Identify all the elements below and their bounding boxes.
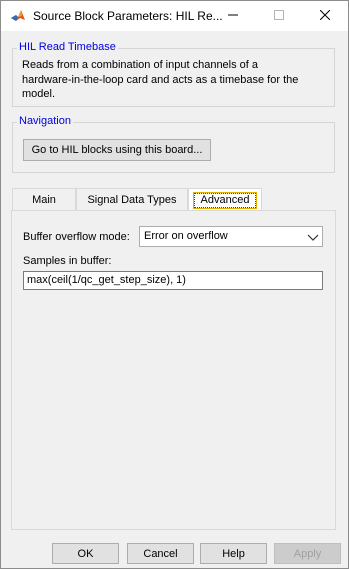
block-description: Reads from a combination of input channe… bbox=[22, 58, 322, 102]
samples-in-buffer-label: Samples in buffer: bbox=[23, 255, 112, 267]
cancel-button[interactable]: Cancel bbox=[127, 543, 194, 564]
minimize-icon bbox=[228, 9, 238, 23]
description-line: model. bbox=[22, 88, 56, 100]
description-line: hardware-in-the-loop card and acts as a … bbox=[22, 73, 299, 86]
window-title: Source Block Parameters: HIL Re... bbox=[33, 9, 223, 23]
minimize-button[interactable] bbox=[210, 1, 256, 31]
tab-label: Main bbox=[32, 193, 56, 206]
apply-button[interactable]: Apply bbox=[274, 543, 341, 564]
description-group-legend: HIL Read Timebase bbox=[17, 41, 118, 53]
buffer-overflow-value: Error on overflow bbox=[144, 230, 228, 242]
tab-label: Advanced bbox=[193, 192, 257, 208]
description-group: HIL Read Timebase Reads from a combinati… bbox=[12, 41, 335, 107]
buffer-overflow-label: Buffer overflow mode: bbox=[23, 231, 130, 243]
dialog-window: Source Block Parameters: HIL Re... HIL R… bbox=[0, 0, 349, 569]
samples-in-buffer-input[interactable]: max(ceil(1/qc_get_step_size), 1) bbox=[23, 271, 323, 290]
matlab-icon bbox=[10, 8, 26, 24]
close-icon bbox=[319, 9, 331, 23]
close-button[interactable] bbox=[302, 1, 348, 31]
tab-main[interactable]: Main bbox=[12, 188, 76, 210]
tab-advanced[interactable]: Advanced bbox=[188, 188, 262, 211]
maximize-icon bbox=[274, 9, 284, 23]
help-button[interactable]: Help bbox=[200, 543, 267, 564]
maximize-button[interactable] bbox=[256, 1, 302, 31]
go-to-hil-blocks-button[interactable]: Go to HIL blocks using this board... bbox=[23, 139, 211, 161]
title-bar[interactable]: Source Block Parameters: HIL Re... bbox=[1, 1, 348, 31]
description-line: Reads from a combination of input channe… bbox=[22, 59, 259, 71]
buffer-overflow-select[interactable]: Error on overflow bbox=[139, 226, 323, 247]
tab-label: Signal Data Types bbox=[87, 193, 177, 206]
chevron-down-icon bbox=[307, 232, 319, 242]
ok-button[interactable]: OK bbox=[52, 543, 119, 564]
navigation-group-legend: Navigation bbox=[17, 115, 73, 127]
tab-signal-data-types[interactable]: Signal Data Types bbox=[76, 188, 188, 210]
